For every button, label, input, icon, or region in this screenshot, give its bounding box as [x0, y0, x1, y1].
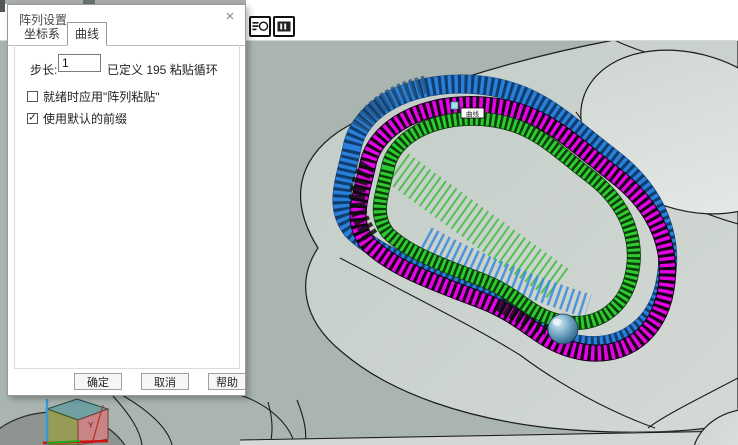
checkbox-default-prefix[interactable]: ✓ 使用默认的前缀 — [27, 110, 127, 127]
selection-sphere[interactable] — [548, 314, 578, 344]
toolbar-button-display-options[interactable] — [249, 16, 271, 37]
close-icon[interactable]: × — [221, 8, 239, 26]
toolbar-fragment-icon — [0, 0, 5, 12]
checkbox-apply-label: 就绪时应用"阵列粘贴" — [43, 88, 160, 105]
check-icon: ✓ — [28, 113, 36, 123]
ok-button[interactable]: 确定 — [74, 373, 122, 390]
defined-loops-text: 已定义 195 粘贴循环 — [107, 61, 218, 78]
snap-marker — [451, 102, 458, 109]
app-window: 曲线 Y — [0, 0, 738, 445]
tab-coordinate-system[interactable]: 坐标系 — [17, 23, 67, 45]
object-tooltip: 曲线 — [461, 108, 484, 118]
svg-text:曲线: 曲线 — [466, 109, 480, 118]
cancel-button[interactable]: 取消 — [141, 373, 189, 390]
tab-curve[interactable]: 曲线 — [67, 22, 107, 46]
checkbox-apply-array-paste[interactable]: 就绪时应用"阵列粘贴" — [27, 88, 160, 105]
toolbar-button-object-browser[interactable] — [273, 16, 295, 37]
tab-panel-curve: 步长: 已定义 195 粘贴循环 就绪时应用"阵列粘贴" ✓ 使用默认的前缀 — [14, 45, 240, 369]
help-button[interactable]: 帮助 — [208, 373, 246, 390]
display-options-icon — [251, 18, 269, 35]
checkbox-unchecked-icon — [27, 91, 38, 102]
dialog-tabs: 坐标系 曲线 — [8, 27, 245, 46]
step-input[interactable] — [58, 54, 101, 72]
checkbox-prefix-label: 使用默认的前缀 — [43, 110, 127, 127]
array-settings-dialog: 阵列设置 × 坐标系 曲线 步长: 已定义 195 粘贴循环 就绪时应用"阵列粘… — [7, 4, 246, 396]
step-label: 步长: — [30, 61, 57, 78]
y-axis-label: Y — [88, 421, 94, 430]
dialog-button-row: 确定 取消 帮助 — [8, 373, 245, 390]
object-browser-icon — [275, 18, 293, 35]
selection-sphere-highlight — [553, 319, 562, 326]
checkbox-checked-icon: ✓ — [27, 113, 38, 124]
